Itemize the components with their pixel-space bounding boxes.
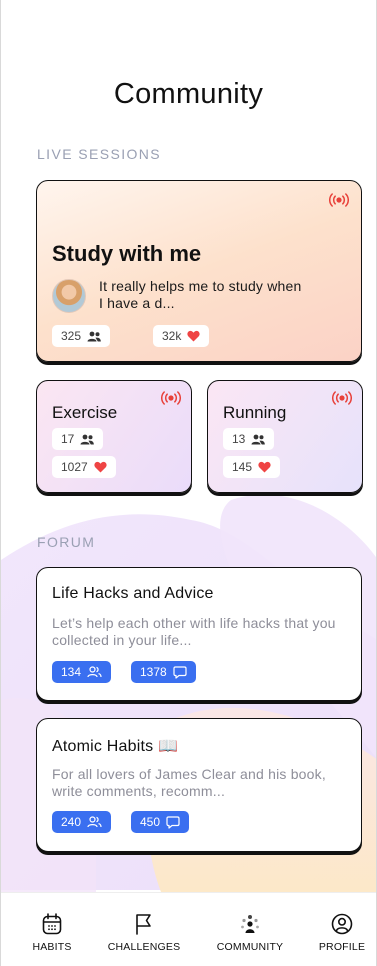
forum-description: For all lovers of James Clear and his bo… [52,766,326,799]
live-broadcast-icon [332,391,352,405]
forum-description: Let’s help each other with life hacks th… [52,615,336,648]
section-label-forum: FORUM [37,534,96,550]
participants-badge: 13 [223,428,275,450]
users-icon [87,666,102,678]
community-dots-icon [241,915,259,933]
nav-label: COMMUNITY [216,941,284,953]
live-session-title: Study with me [52,241,202,266]
nav-item-habits[interactable]: HABITS [5,913,99,953]
comments-badge: 1378 [131,661,196,683]
comments-count: 450 [140,815,161,829]
live-session-title: Exercise [52,403,118,422]
likes-count: 145 [232,460,253,474]
forum-card-atomic-habits[interactable]: Atomic Habits 📖 For all lovers of James … [36,718,362,852]
nav-label: CHALLENGES [107,941,181,953]
forum-title: Atomic Habits 📖 [52,738,179,755]
comment-icon [166,815,180,829]
users-icon [251,434,266,444]
app-screen: Community LIVE SESSIONS Study with me It… [0,0,377,966]
members-count: 134 [61,665,82,679]
likes-count: 32k [162,329,182,343]
heart-icon [187,330,200,342]
likes-badge: 1027 [52,456,116,478]
live-broadcast-icon [161,391,181,405]
live-session-card-study[interactable]: Study with me It really helps me to stud… [36,180,362,362]
participants-badge: 325 [52,325,111,347]
live-session-card-exercise[interactable]: Exercise 17 1027 [36,380,192,493]
likes-count: 1027 [61,460,88,474]
comment-icon [173,665,187,679]
members-count: 240 [61,815,82,829]
members-badge: 240 [52,811,112,833]
avatar [52,279,86,313]
comments-badge: 450 [131,811,190,833]
participants-count: 13 [232,432,246,446]
nav-label: PROFILE [318,941,366,953]
profile-icon [331,913,353,935]
live-broadcast-icon [329,193,349,207]
flag-icon [136,914,151,935]
participants-count: 325 [61,329,82,343]
nav-item-community[interactable]: COMMUNITY [203,913,297,953]
calendar-icon [42,913,62,935]
nav-item-challenges[interactable]: CHALLENGES [97,913,191,953]
likes-badge: 145 [223,456,281,478]
live-session-title: Running [223,403,287,422]
bottom-nav: HABITS CHALLENGES COMMUNITY PROFILE [1,892,376,966]
likes-badge: 32k [153,325,210,347]
nav-label: HABITS [32,941,72,953]
users-icon [87,816,102,828]
forum-title: Life Hacks and Advice [52,585,214,602]
heart-icon [94,461,107,473]
members-badge: 134 [52,661,112,683]
comments-count: 1378 [140,665,167,679]
forum-card-life-hacks[interactable]: Life Hacks and Advice Let’s help each ot… [36,567,362,701]
nav-item-profile[interactable]: PROFILE [295,913,376,953]
page-title: Community [113,78,264,110]
section-label-live: LIVE SESSIONS [37,146,162,162]
users-icon [87,331,101,341]
users-icon [80,434,95,444]
participants-count: 17 [61,432,75,446]
heart-icon [258,461,271,473]
live-session-description: It really helps me to study when I have … [99,278,302,311]
participants-badge: 17 [52,428,104,450]
live-session-card-running[interactable]: Running 13 145 [207,380,363,493]
